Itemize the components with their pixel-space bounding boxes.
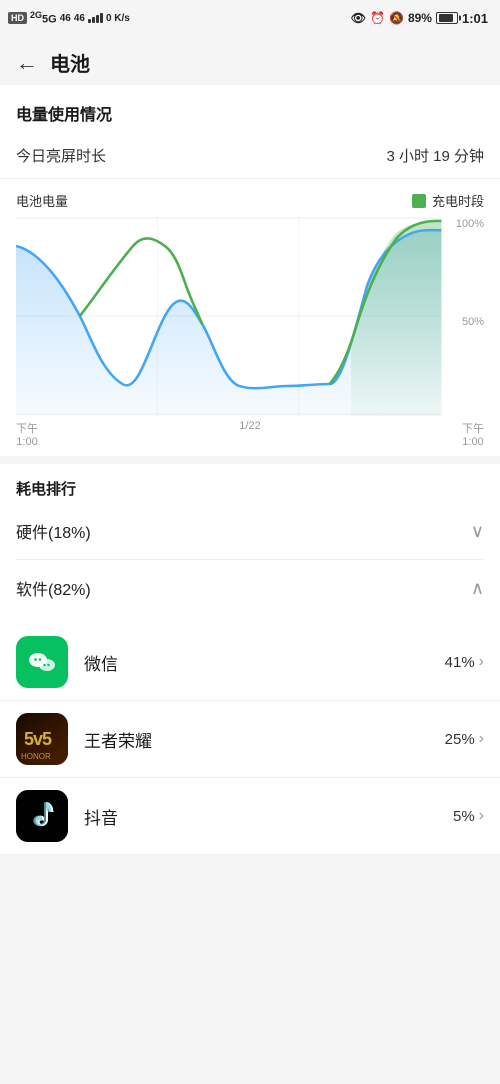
bell-icon: 🔕: [389, 11, 404, 25]
chart-y-labels: 100% 50%: [448, 216, 484, 416]
clock-icon: ⏰: [370, 11, 385, 25]
douyin-app-icon: [16, 790, 68, 842]
page-title: 电池: [50, 48, 90, 77]
section-title: 电量使用情况: [0, 85, 500, 133]
hd-badge: HD: [8, 12, 27, 24]
honor-svg: 5v5 HONOR: [16, 713, 68, 765]
x-label-start: 下午 1:00: [16, 420, 38, 448]
chevron-down-icon: ∨: [471, 521, 484, 542]
app-row-honor[interactable]: 5v5 HONOR 王者荣耀 25% ›: [0, 701, 500, 778]
signal-label2: 46: [74, 13, 85, 24]
x-label-middle: 1/22: [239, 420, 260, 448]
wechat-name: 微信: [84, 650, 445, 675]
battery-icon: [436, 12, 458, 24]
signal-bar-3: [96, 15, 99, 23]
signal-bar-4: [100, 13, 103, 23]
back-button[interactable]: ←: [16, 50, 38, 76]
honor-app-icon: 5v5 HONOR: [16, 713, 68, 765]
network-label: 2G5G: [30, 10, 57, 26]
time: 1:01: [462, 11, 488, 26]
chart-legend: 电池电量 充电时段: [16, 191, 484, 210]
wechat-app-icon: [16, 636, 68, 688]
signal-label: 46: [60, 13, 71, 24]
douyin-usage: 5%: [453, 808, 475, 825]
y-label-50: 50%: [448, 316, 484, 328]
signal-bars: [88, 13, 103, 23]
douyin-name: 抖音: [84, 804, 453, 829]
status-right: 👁 ⏰ 🔕 89% 1:01: [351, 11, 488, 26]
y-label-100: 100%: [448, 218, 484, 230]
x-label-end: 下午 1:00: [462, 420, 484, 448]
chart-legend-label: 电池电量: [16, 191, 68, 210]
legend-color-box: [412, 194, 426, 208]
app-row-douyin[interactable]: 抖音 5% ›: [0, 778, 500, 855]
status-left: HD 2G5G 46 46 0 K/s: [8, 10, 130, 26]
hardware-category-row[interactable]: 硬件(18%) ∨: [16, 503, 484, 560]
hardware-label: 硬件(18%): [16, 519, 91, 543]
rank-section: 耗电排行 硬件(18%) ∨ 软件(82%) ∧: [0, 464, 500, 624]
battery-fill: [439, 14, 453, 22]
chart-legend-right: 充电时段: [412, 191, 484, 210]
wechat-usage: 41%: [445, 654, 475, 671]
battery-chart-svg: [16, 216, 484, 416]
svg-text:5v5: 5v5: [24, 729, 52, 749]
header: ← 电池: [0, 36, 500, 85]
main-content: 电量使用情况 今日亮屏时长 3 小时 19 分钟 电池电量 充电时段 100% …: [0, 85, 500, 456]
screen-time-row: 今日亮屏时长 3 小时 19 分钟: [0, 133, 500, 179]
divider-1: [0, 456, 500, 464]
rank-title: 耗电排行: [16, 478, 484, 499]
charge-area: [351, 221, 441, 416]
signal-bar-1: [88, 19, 91, 23]
wifi-speed: 0 K/s: [106, 13, 130, 24]
status-bar: HD 2G5G 46 46 0 K/s 👁 ⏰ 🔕 89% 1:01: [0, 0, 500, 36]
battery-percent: 89%: [408, 11, 432, 25]
chevron-up-icon: ∧: [471, 578, 484, 599]
software-label: 软件(82%): [16, 576, 91, 600]
chart-container: 电池电量 充电时段 100% 50%: [0, 179, 500, 456]
honor-usage: 25%: [445, 731, 475, 748]
chart-x-labels: 下午 1:00 1/22 下午 1:00: [16, 416, 484, 456]
chart-wrap: 100% 50%: [16, 216, 484, 416]
software-category-row[interactable]: 软件(82%) ∧: [16, 560, 484, 616]
honor-name: 王者荣耀: [84, 727, 445, 752]
wechat-svg: [25, 645, 59, 679]
signal-bar-2: [92, 17, 95, 23]
wechat-chevron-icon: ›: [479, 653, 484, 671]
douyin-chevron-icon: ›: [479, 807, 484, 825]
douyin-svg: [16, 790, 68, 842]
honor-chevron-icon: ›: [479, 730, 484, 748]
eye-icon: 👁: [351, 11, 366, 25]
svg-text:HONOR: HONOR: [21, 752, 51, 761]
screen-time-value: 3 小时 19 分钟: [386, 145, 484, 166]
screen-time-label: 今日亮屏时长: [16, 145, 106, 166]
app-list: 微信 41% › 5v5 HONOR: [0, 624, 500, 855]
chart-legend-charge-label: 充电时段: [432, 191, 484, 210]
app-row-wechat[interactable]: 微信 41% ›: [0, 624, 500, 701]
